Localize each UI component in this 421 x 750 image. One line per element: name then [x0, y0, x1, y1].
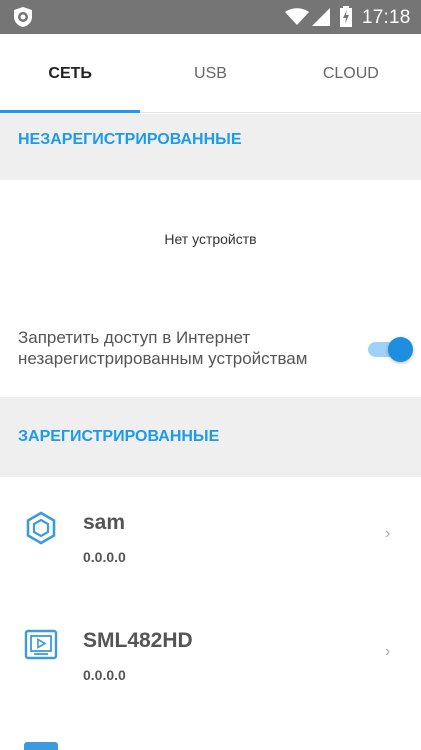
block-unregistered-row: Запретить доступ в Интернет незарегистри… — [18, 325, 418, 375]
block-unregistered-toggle[interactable] — [366, 337, 418, 362]
device-row-sml482hd[interactable]: SML482HD 0.0.0.0 › — [0, 595, 421, 713]
device-name: SML482HD — [83, 629, 193, 652]
device-row-sam[interactable]: sam 0.0.0.0 › — [0, 477, 421, 595]
signal-icon — [312, 8, 330, 26]
status-bar: 17:18 — [0, 0, 421, 34]
tab-network[interactable]: СЕТЬ — [0, 34, 141, 113]
chevron-right-icon: › — [385, 643, 391, 660]
chevron-right-icon: › — [385, 525, 391, 542]
status-time: 17:18 — [362, 7, 411, 28]
unregistered-header: НЕЗАРЕГИСТРИРОВАННЫЕ — [0, 114, 421, 180]
device-ip: 0.0.0.0 — [83, 667, 126, 683]
tab-bar: СЕТЬ USB CLOUD — [0, 34, 421, 113]
hexagon-device-icon — [26, 511, 56, 545]
block-unregistered-label: Запретить доступ в Интернет незарегистри… — [18, 328, 308, 368]
tab-usb[interactable]: USB — [140, 34, 280, 112]
battery-charging-icon — [340, 6, 352, 27]
no-devices-text: Нет устройств — [164, 231, 257, 247]
toggle-thumb — [388, 337, 413, 362]
registered-header: ЗАРЕГИСТРИРОВАННЫЕ — [0, 397, 421, 477]
shield-app-icon — [14, 7, 32, 27]
tab-cloud[interactable]: CLOUD — [281, 34, 421, 112]
device-icon-partial — [24, 742, 58, 750]
device-ip: 0.0.0.0 — [83, 549, 126, 565]
tv-device-icon — [24, 629, 58, 660]
wifi-icon — [285, 8, 309, 25]
device-name: sam — [83, 511, 126, 534]
